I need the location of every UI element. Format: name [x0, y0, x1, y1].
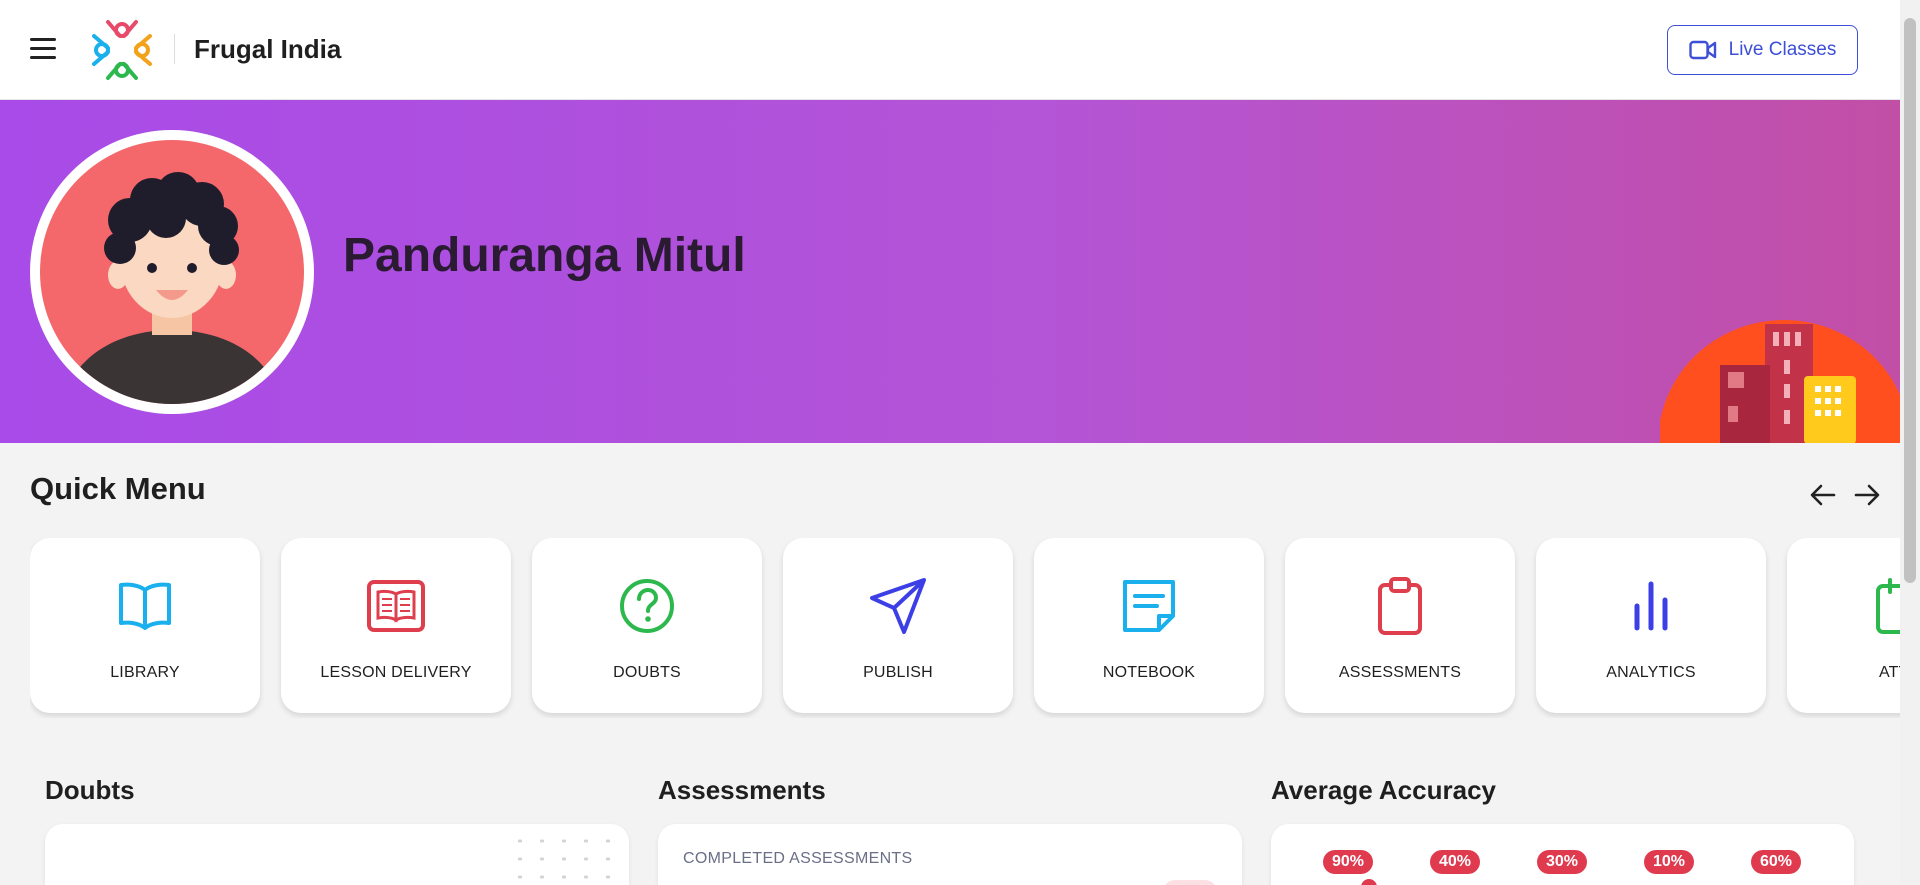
header-divider — [174, 34, 175, 64]
frugal-logo-icon[interactable] — [90, 18, 154, 82]
status-badge — [1163, 880, 1217, 885]
quick-menu-label: ANALYTICS — [1606, 664, 1696, 681]
quick-menu-label: PUBLISH — [863, 664, 933, 681]
profile-banner: Panduranga Mitul — [0, 100, 1900, 443]
assessments-section-title: Assessments — [658, 775, 826, 805]
quick-menu-assessments[interactable]: ASSESSMENTS — [1285, 538, 1515, 713]
accuracy-badge: 90% — [1323, 850, 1374, 874]
accuracy-badge: 60% — [1751, 850, 1802, 874]
paper-plane-icon — [870, 578, 926, 634]
live-classes-label: Live Classes — [1728, 39, 1837, 60]
avatar-ring — [30, 130, 314, 414]
notebook-icon — [1123, 580, 1175, 632]
quick-menu-label: NOTEBOOK — [1102, 664, 1196, 681]
video-camera-icon — [1688, 40, 1716, 60]
accuracy-point — [1361, 879, 1377, 885]
quick-menu-label: LIBRARY — [110, 664, 180, 681]
lesson-book-icon — [367, 580, 425, 632]
assessments-panel: COMPLETED ASSESSMENTS — [658, 824, 1242, 885]
accuracy-badge: 30% — [1537, 850, 1588, 874]
quick-menu-label: LESSON DELIVERY — [320, 664, 472, 681]
quick-menu-publish[interactable]: PUBLISH — [783, 538, 1013, 713]
quick-menu-label: ATTEN — [1879, 664, 1900, 681]
doubts-section-title: Doubts — [45, 775, 135, 805]
accuracy-section-title: Average Accuracy — [1271, 775, 1496, 805]
quick-menu-attendance[interactable]: ATTEN — [1787, 538, 1900, 713]
profile-name: Panduranga Mitul — [343, 229, 746, 282]
quick-menu-label: DOUBTS — [613, 664, 681, 681]
quick-menu-doubts[interactable]: DOUBTS — [532, 538, 762, 713]
quick-menu-title: Quick Menu — [30, 471, 206, 506]
arrow-left-icon[interactable] — [1808, 480, 1838, 510]
accuracy-badge: 40% — [1430, 850, 1481, 874]
clipboard-icon — [1378, 577, 1422, 635]
book-open-icon — [119, 582, 171, 630]
building-illustration — [1660, 320, 1900, 443]
quick-menu-analytics[interactable]: ANALYTICS — [1536, 538, 1766, 713]
quick-menu-library[interactable]: LIBRARY — [30, 538, 260, 713]
accuracy-badge: 10% — [1644, 850, 1695, 874]
top-app-bar: Frugal India Live Classes — [0, 0, 1900, 100]
calendar-icon — [1876, 578, 1900, 634]
avatar[interactable] — [40, 140, 304, 404]
quick-menu-notebook[interactable]: NOTEBOOK — [1034, 538, 1264, 713]
quick-menu-label: ASSESSMENTS — [1338, 664, 1462, 681]
accuracy-panel: 90% 40% 30% 10% 60% — [1271, 824, 1854, 885]
question-circle-icon — [620, 579, 674, 633]
doubts-panel — [45, 824, 629, 885]
scrollbar-thumb[interactable] — [1904, 18, 1916, 583]
arrow-right-icon[interactable] — [1852, 480, 1882, 510]
brand-name[interactable]: Frugal India — [194, 34, 341, 65]
bar-chart-icon — [1634, 581, 1668, 631]
completed-assessments-label: COMPLETED ASSESSMENTS — [683, 850, 913, 867]
hamburger-menu-icon[interactable] — [30, 38, 58, 62]
live-classes-button[interactable]: Live Classes — [1667, 25, 1858, 75]
quick-menu-lesson-delivery[interactable]: LESSON DELIVERY — [281, 538, 511, 713]
accuracy-badges: 90% 40% 30% 10% 60% — [1323, 850, 1854, 874]
dots-pattern — [509, 832, 619, 885]
avatar-illustration — [60, 172, 284, 404]
page-scrollbar[interactable] — [1900, 0, 1920, 885]
quick-menu-carousel: LIBRARY LESSON DELIVERY DOUBTS PUBLISH N… — [30, 538, 1900, 718]
